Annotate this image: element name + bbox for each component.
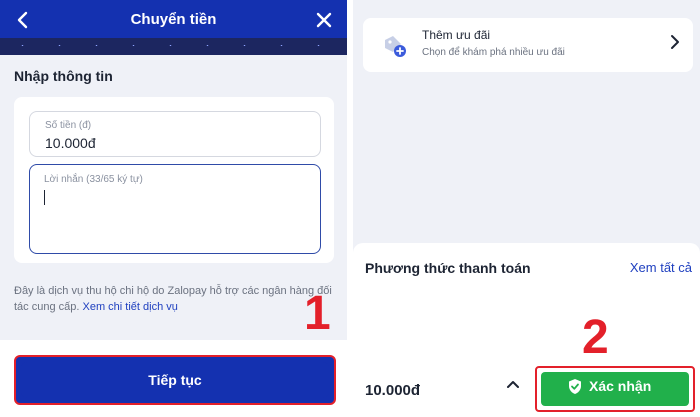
confirm-label: Xác nhận xyxy=(589,378,652,394)
confirm-button[interactable]: Xác nhận xyxy=(535,366,695,412)
service-note: Đây là dịch vụ thu hộ chi hộ do Zalopay … xyxy=(14,283,336,315)
close-icon[interactable] xyxy=(313,8,335,32)
amount-field[interactable]: Số tiền (đ) 10.000đ xyxy=(29,111,321,157)
page-title: Chuyển tiền xyxy=(130,11,217,28)
message-field[interactable]: Lời nhắn (33/65 ký tự) xyxy=(29,164,321,254)
continue-label: Tiếp tục xyxy=(148,372,202,388)
promo-voucher-icon xyxy=(381,32,407,58)
amount-label: Số tiền (đ) xyxy=(45,120,92,131)
service-detail-link[interactable]: Xem chi tiết dịch vụ xyxy=(83,301,178,313)
text-caret xyxy=(44,190,45,205)
promo-row[interactable]: Thêm ưu đãi Chọn để khám phá nhiều ưu đã… xyxy=(363,18,693,72)
chevron-right-icon xyxy=(669,33,681,56)
message-label: Lời nhắn (33/65 ký tự) xyxy=(44,174,143,185)
see-all-link[interactable]: Xem tất cả xyxy=(630,260,692,275)
transfer-screen: Chuyển tiền Nhập thông tin Số tiền (đ) 1… xyxy=(0,0,347,417)
total-amount: 10.000đ xyxy=(365,382,421,399)
step-marker-2: 2 xyxy=(582,311,609,364)
promo-subtitle: Chọn để khám phá nhiều ưu đãi xyxy=(422,47,565,58)
continue-button[interactable]: Tiếp tục xyxy=(14,355,336,405)
step-marker-1: 1 xyxy=(304,287,331,340)
amount-value: 10.000đ xyxy=(45,135,96,151)
confirm-screen: Thêm ưu đãi Chọn để khám phá nhiều ưu đã… xyxy=(353,0,700,417)
app-header: Chuyển tiền xyxy=(0,0,347,55)
chevron-up-icon[interactable] xyxy=(505,376,521,397)
shield-check-icon xyxy=(567,378,583,395)
header-decoration xyxy=(0,38,347,55)
section-title: Nhập thông tin xyxy=(14,68,113,84)
payment-method-title: Phương thức thanh toán xyxy=(365,260,531,276)
promo-title: Thêm ưu đãi xyxy=(422,28,491,42)
